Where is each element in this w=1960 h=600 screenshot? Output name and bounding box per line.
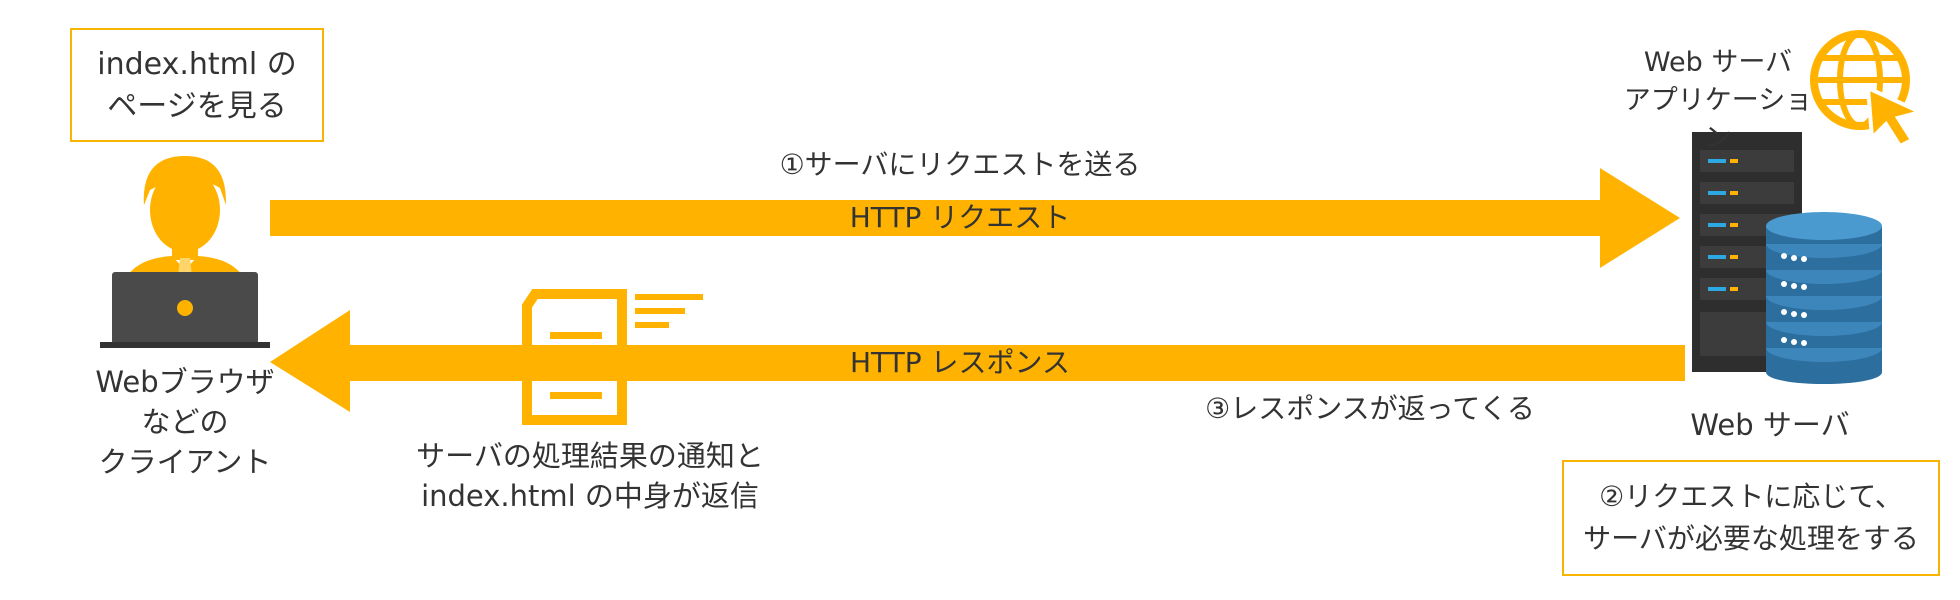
server-label: Web サーバ (1690, 408, 1850, 442)
server-note: ②リクエストに応じて、 サーバが必要な処理をする (1562, 460, 1940, 576)
server-app-label-line-1: Web サーバ (1643, 47, 1793, 78)
server-note-line-1: ②リクエストに応じて、 (1599, 480, 1903, 513)
client-note: index.html の ページを見る (70, 28, 324, 142)
database-icon (1766, 212, 1882, 384)
document-label-line-1: サーバの処理結果の通知と (416, 439, 764, 473)
globe-cursor-icon (1810, 30, 1926, 149)
client-label-line-1: Webブラウザ (95, 365, 275, 399)
request-caption: ①サーバにリクエストを送る (779, 148, 1141, 181)
document-label-line-2: index.html の中身が返信 (421, 479, 759, 513)
response-arrow-text: HTTP レスポンス (850, 346, 1070, 379)
server-note-line-2: サーバが必要な処理をする (1583, 522, 1919, 555)
client-label-line-3: クライアント (98, 445, 272, 479)
client-note-line-2: ページを見る (107, 89, 287, 124)
document-label: サーバの処理結果の通知と index.html の中身が返信 (380, 436, 800, 516)
server-app-label-line-2: アプリケーション (1623, 85, 1813, 154)
server-app-label: Web サーバ アプリケーション (1612, 44, 1824, 158)
response-caption: ③レスポンスが返ってくる (1205, 392, 1535, 425)
client-label: Webブラウザ などの クライアント (60, 362, 310, 482)
user-laptop-icon (100, 156, 270, 348)
client-label-line-2: などの (141, 405, 229, 439)
client-note-line-1: index.html の (97, 47, 297, 82)
request-arrow-text: HTTP リクエスト (849, 201, 1071, 234)
